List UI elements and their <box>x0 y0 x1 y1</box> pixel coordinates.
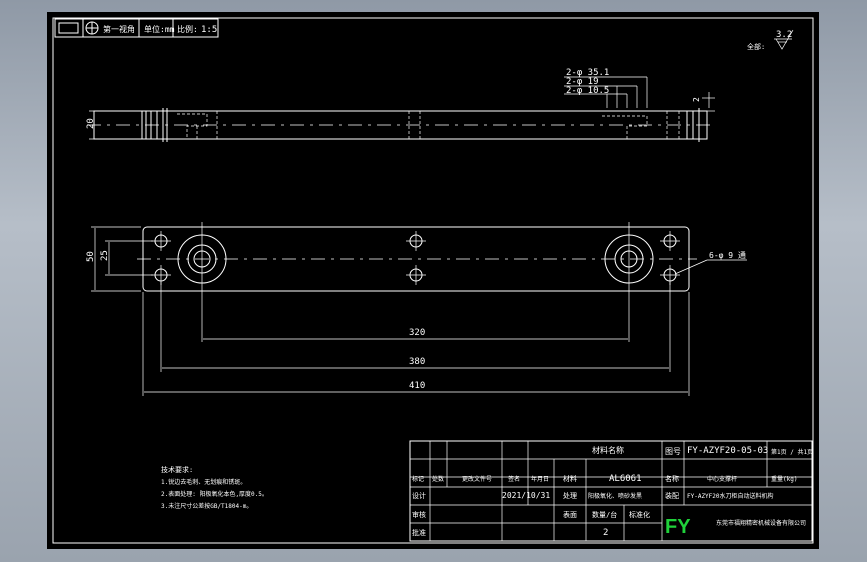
sheet-label: 第1页 / 共1页 <box>771 448 813 456</box>
unit-label: 单位:mm <box>144 24 175 34</box>
approve-label: 批准 <box>412 528 426 537</box>
dim-height-20: 20 <box>86 118 96 129</box>
sign-label: 签名 <box>508 475 520 483</box>
dim-hole-10: 2-φ 10.5 <box>566 86 609 96</box>
title-strip: 第一视角 单位:mm 比例: 1:5 <box>54 18 219 38</box>
doc-number: FY-AZYF20-05-03 <box>687 446 768 456</box>
projection-icon <box>58 22 79 34</box>
tech-note-3: 3.未注尺寸公差按GB/T1804-m。 <box>161 502 252 510</box>
assembly-value: FY-AZYF20水刀柜自动送料机构 <box>687 492 774 500</box>
count-label: 处数 <box>432 475 444 483</box>
drawing-sheet: 第一视角 单位:mm 比例: 1:5 全部: 3.2 20 2 2-φ 35.1… <box>47 12 819 549</box>
treatment-label: 处理 <box>563 491 577 500</box>
dim-hole-9: 6-φ 9 通 <box>709 250 746 260</box>
tech-notes-title: 技术要求: <box>161 465 193 474</box>
small-holes <box>151 231 680 285</box>
weight-label: 重量(kg) <box>771 475 797 483</box>
material-label: 材料 <box>563 474 577 483</box>
std-label: 标准化 <box>629 510 650 519</box>
tech-note-1: 1.锐边去毛刺、无划痕和锈斑。 <box>161 478 246 486</box>
technical-notes: 技术要求: 1.锐边去毛刺、无划痕和锈斑。 2.表面处理: 阳极氧化本色,厚度0… <box>161 465 268 510</box>
review-label: 审核 <box>412 510 426 519</box>
roughness-label: 全部: <box>747 42 765 51</box>
doc-no-label: 图号 <box>665 447 681 456</box>
projection-label: 第一视角 <box>103 24 135 34</box>
marker-label: 标记 <box>412 475 424 483</box>
design-date: 2021/10/31 <box>502 491 550 500</box>
scale-label: 比例: <box>177 24 198 34</box>
qty-value: 2 <box>603 528 608 538</box>
side-view: 20 2 2-φ 35.1 2-φ 19 2-φ 10.5 <box>86 68 715 142</box>
change-label: 更改文件号 <box>462 475 492 483</box>
company-name: 东莞市福翔精密机械设备有限公司 <box>716 519 806 527</box>
dim-length-380: 380 <box>409 357 425 367</box>
dim-small-2: 2 <box>692 97 701 102</box>
surface-label: 表面 <box>563 510 577 519</box>
material-value: AL6061 <box>609 474 642 484</box>
part-name-label: 名称 <box>665 474 679 483</box>
drawing-frame <box>52 17 814 544</box>
part-name-value: 中心支撑杆 <box>707 475 737 483</box>
tech-note-2: 2.表面处理: 阳极氧化本色,厚度0.5。 <box>161 490 268 498</box>
assembly-label: 装配 <box>665 491 679 500</box>
dim-width-50: 50 <box>86 251 96 262</box>
dim-length-410: 410 <box>409 381 425 391</box>
roughness-symbol: 全部: 3.2 <box>747 29 794 51</box>
qty-label: 数量/台 <box>592 510 617 519</box>
design-label: 设计 <box>412 491 426 500</box>
date-header: 年月日 <box>531 475 549 483</box>
treatment-value: 阳极氧化、喷砂发黑 <box>588 492 642 500</box>
material-header: 材料名称 <box>592 445 624 455</box>
dim-width-25: 25 <box>100 250 110 261</box>
drawing-canvas: 第一视角 单位:mm 比例: 1:5 全部: 3.2 20 2 2-φ 35.1… <box>52 17 814 544</box>
company-logo: FY <box>665 516 691 538</box>
plate-view: 50 25 6-φ 9 通 320 380 410 <box>86 222 747 396</box>
scale-value: 1:5 <box>201 25 217 35</box>
dim-length-320: 320 <box>409 328 425 338</box>
title-block: 材料名称 图号 FY-AZYF20-05-03 第1页 / 共1页 标记 处数 … <box>409 440 813 542</box>
